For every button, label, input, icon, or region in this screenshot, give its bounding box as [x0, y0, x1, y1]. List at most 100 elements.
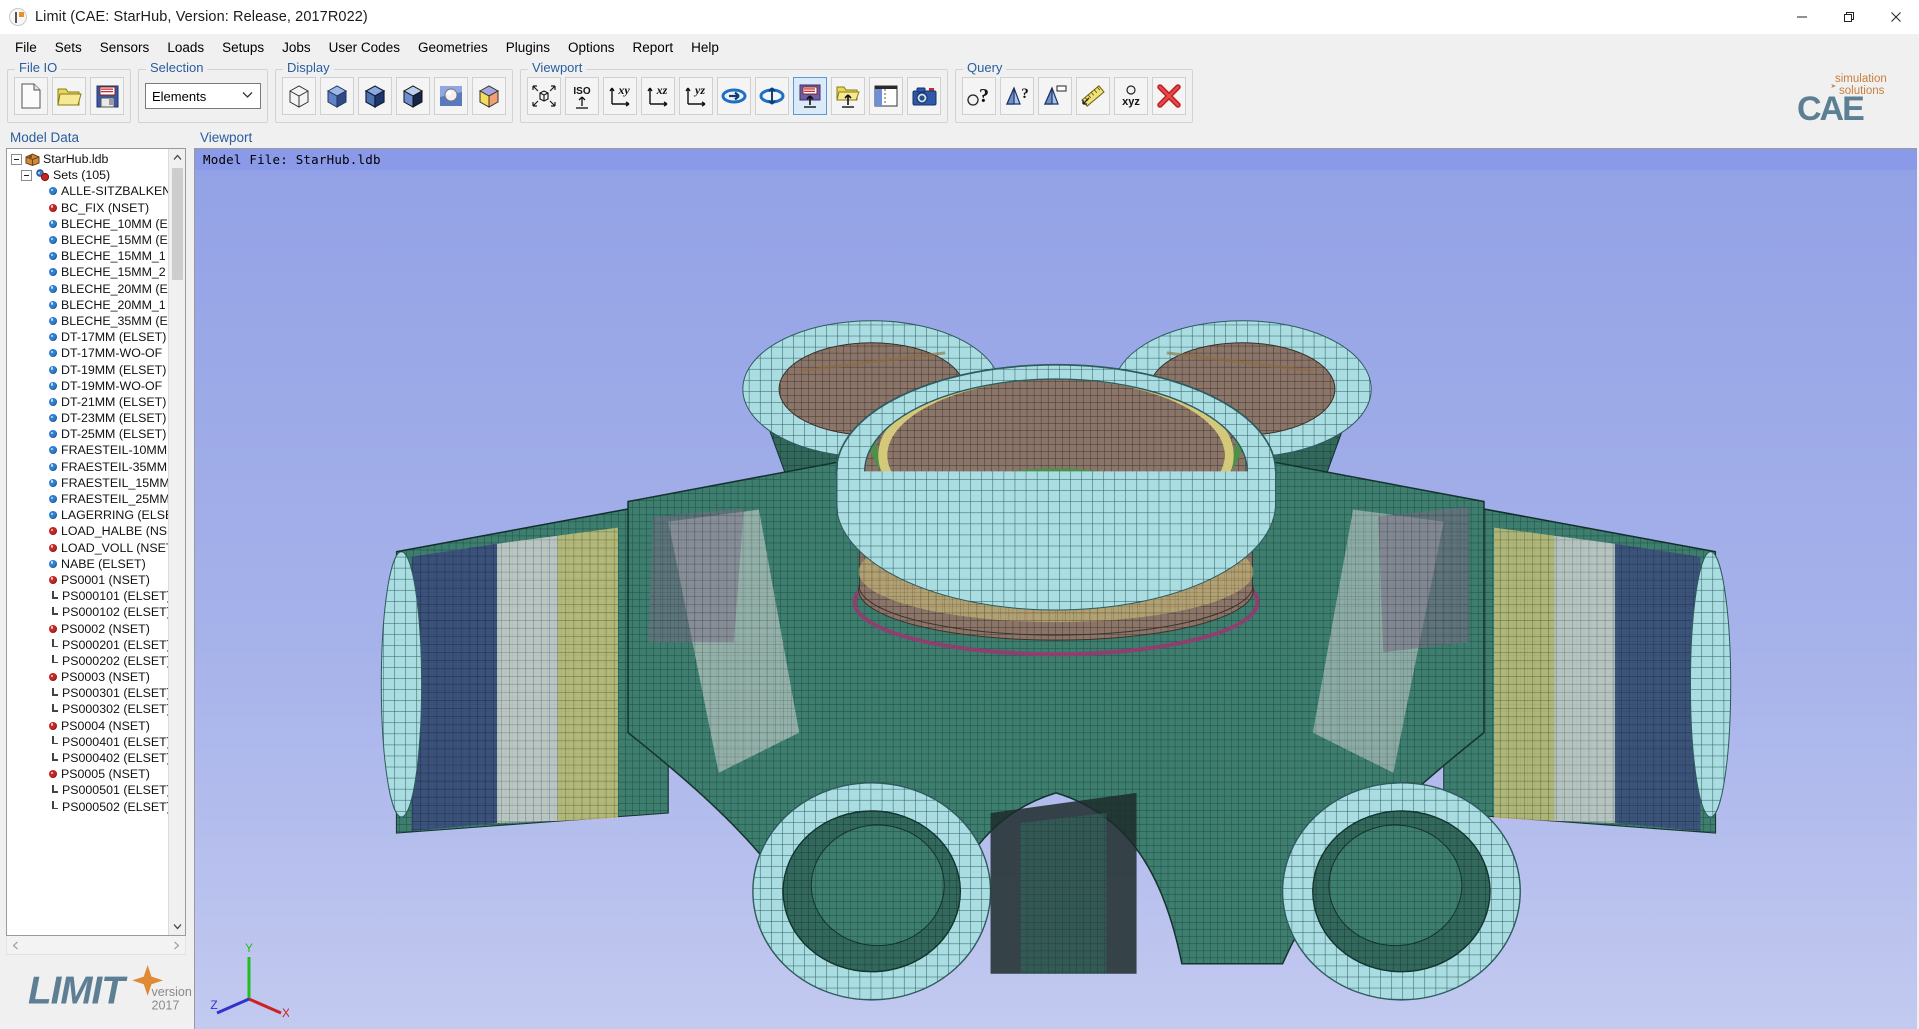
- save-view-button[interactable]: [793, 77, 827, 115]
- selection-mode-combo[interactable]: Elements: [145, 83, 261, 109]
- rotate-horizontal-button[interactable]: [717, 77, 751, 115]
- hidden-line-button[interactable]: [396, 77, 430, 115]
- menu-sensors[interactable]: Sensors: [91, 37, 159, 58]
- menu-options[interactable]: Options: [559, 37, 624, 58]
- iso-view-button[interactable]: ISO: [565, 77, 599, 115]
- tree-item[interactable]: BLECHE_15MM_1 (: [7, 248, 168, 264]
- menu-loads[interactable]: Loads: [158, 37, 213, 58]
- menu-sets[interactable]: Sets: [46, 37, 91, 58]
- measure-distance-button[interactable]: [1076, 77, 1110, 115]
- fit-view-button[interactable]: [527, 77, 561, 115]
- menu-help[interactable]: Help: [682, 37, 728, 58]
- model-tree[interactable]: StarHub.ldb Sets (105) ALLE-SITZBALKEN BC_F…: [7, 149, 168, 935]
- tree-item[interactable]: BLECHE_20MM_1 (: [7, 297, 168, 313]
- shaded-button[interactable]: [320, 77, 354, 115]
- tree-expander-icon[interactable]: [11, 153, 22, 165]
- maximize-button[interactable]: [1825, 0, 1872, 34]
- query-node-button[interactable]: ?: [962, 77, 996, 115]
- tree-item[interactable]: DT-17MM (ELSET): [7, 329, 168, 345]
- query-element-button[interactable]: ?: [1000, 77, 1034, 115]
- render-smooth-button[interactable]: [434, 77, 468, 115]
- tree-vertical-scrollbar[interactable]: [168, 149, 185, 935]
- tree-item[interactable]: FRAESTEIL-35MM (: [7, 459, 168, 475]
- tree-item[interactable]: NABE (ELSET): [7, 556, 168, 572]
- tree-scroll-thumb[interactable]: [171, 168, 183, 280]
- tree-item[interactable]: PS0004 (NSET): [7, 718, 168, 734]
- menu-plugins[interactable]: Plugins: [497, 37, 559, 58]
- minimize-button[interactable]: [1778, 0, 1825, 34]
- menu-report[interactable]: Report: [624, 37, 683, 58]
- tree-horizontal-scrollbar[interactable]: [6, 936, 186, 955]
- tree-item[interactable]: PS000301 (ELSET): [7, 685, 168, 701]
- tree-item[interactable]: FRAESTEIL_15MM (: [7, 475, 168, 491]
- tree-expander-icon[interactable]: [21, 169, 32, 181]
- tree-item[interactable]: DT-23MM (ELSET): [7, 410, 168, 426]
- close-button[interactable]: [1872, 0, 1919, 34]
- shaded-edges-button[interactable]: [358, 77, 392, 115]
- chevron-down-icon: [173, 924, 181, 930]
- color-by-part-button[interactable]: [472, 77, 506, 115]
- tree-item[interactable]: BLECHE_10MM (EL: [7, 216, 168, 232]
- tree-item[interactable]: DT-19MM-WO-OF: [7, 378, 168, 394]
- tree-item[interactable]: PS0002 (NSET): [7, 620, 168, 636]
- tree-item[interactable]: PS000202 (ELSET): [7, 653, 168, 669]
- scroll-left-button[interactable]: [7, 937, 24, 954]
- menu-setups[interactable]: Setups: [213, 37, 273, 58]
- tree-item[interactable]: PS0005 (NSET): [7, 766, 168, 782]
- tree-item[interactable]: ALLE-SITZBALKEN: [7, 183, 168, 199]
- fem-model-render: [195, 170, 1917, 1029]
- open-file-button[interactable]: [52, 77, 86, 115]
- rotate-vertical-button[interactable]: [755, 77, 789, 115]
- tree-item[interactable]: StarHub.ldb: [7, 151, 168, 167]
- viewport-3d-canvas[interactable]: Y X Z: [195, 170, 1917, 1029]
- tree-item[interactable]: BLECHE_15MM_2 (: [7, 264, 168, 280]
- menu-user-codes[interactable]: User Codes: [320, 37, 409, 58]
- tree-item[interactable]: Sets (105): [7, 167, 168, 183]
- menu-geometries[interactable]: Geometries: [409, 37, 497, 58]
- tree-item[interactable]: FRAESTEIL_25MM (: [7, 491, 168, 507]
- tree-item[interactable]: PS000302 (ELSET): [7, 701, 168, 717]
- tree-item[interactable]: BLECHE_15MM (EL: [7, 232, 168, 248]
- new-file-button[interactable]: [14, 77, 48, 115]
- tree-item[interactable]: LOAD_VOLL (NSET: [7, 540, 168, 556]
- menu-jobs[interactable]: Jobs: [273, 37, 320, 58]
- tree-item[interactable]: DT-25MM (ELSET): [7, 426, 168, 442]
- menu-file[interactable]: File: [6, 37, 46, 58]
- tree-item[interactable]: PS0001 (NSET): [7, 572, 168, 588]
- tree-item[interactable]: LOAD_HALBE (NSE: [7, 523, 168, 539]
- tree-item[interactable]: BLECHE_20MM (EL: [7, 281, 168, 297]
- tree-item[interactable]: PS000101 (ELSET): [7, 588, 168, 604]
- clear-query-button[interactable]: [1152, 77, 1186, 115]
- tree-item[interactable]: DT-19MM (ELSET): [7, 361, 168, 377]
- tree-scroll-track[interactable]: [169, 166, 186, 918]
- tree-item[interactable]: PS000201 (ELSET): [7, 637, 168, 653]
- tree-hscroll-track[interactable]: [24, 937, 168, 954]
- tree-item[interactable]: FRAESTEIL-10MM (: [7, 442, 168, 458]
- tree-item[interactable]: DT-17MM-WO-OF: [7, 345, 168, 361]
- logo-line-solutions: solutions: [1839, 85, 1885, 97]
- boss-front-left: [752, 782, 992, 1001]
- query-label-button[interactable]: [1038, 77, 1072, 115]
- tree-item[interactable]: LAGERRING (ELSET: [7, 507, 168, 523]
- tree-item[interactable]: PS000502 (ELSET): [7, 799, 168, 815]
- tree-item[interactable]: PS000402 (ELSET): [7, 750, 168, 766]
- screenshot-button[interactable]: [907, 77, 941, 115]
- tree-item[interactable]: PS000501 (ELSET): [7, 782, 168, 798]
- tree-item[interactable]: PS0003 (NSET): [7, 669, 168, 685]
- background-button[interactable]: [869, 77, 903, 115]
- scroll-down-button[interactable]: [168, 918, 185, 935]
- tree-item[interactable]: PS000401 (ELSET): [7, 734, 168, 750]
- wireframe-button[interactable]: [282, 77, 316, 115]
- scroll-up-button[interactable]: [168, 149, 185, 166]
- xz-view-button[interactable]: xz: [641, 77, 675, 115]
- tree-item[interactable]: BLECHE_35MM (EL: [7, 313, 168, 329]
- tree-item[interactable]: BC_FIX (NSET): [7, 200, 168, 216]
- load-view-button[interactable]: [831, 77, 865, 115]
- tree-item[interactable]: PS000102 (ELSET): [7, 604, 168, 620]
- scroll-right-button[interactable]: [168, 937, 185, 954]
- tree-item[interactable]: DT-21MM (ELSET): [7, 394, 168, 410]
- xy-view-button[interactable]: xy: [603, 77, 637, 115]
- save-file-button[interactable]: [90, 77, 124, 115]
- query-coordinates-button[interactable]: xyz: [1114, 77, 1148, 115]
- yz-view-button[interactable]: yz: [679, 77, 713, 115]
